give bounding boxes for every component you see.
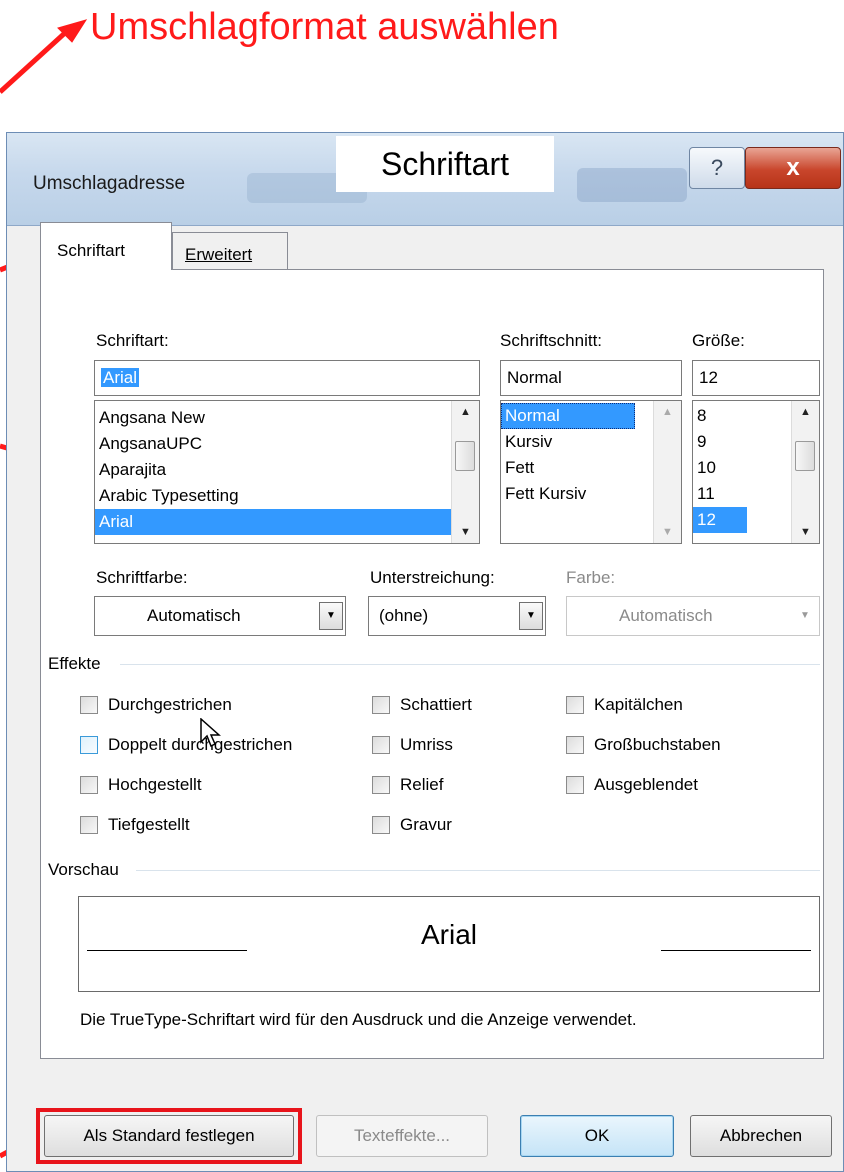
scroll-thumb[interactable] (455, 441, 475, 471)
preview-heading: Vorschau (48, 860, 119, 879)
text-effects-button: Texteffekte... (316, 1115, 488, 1157)
checkbox-hochgestellt[interactable]: Hochgestellt (80, 775, 202, 795)
preview-note: Die TrueType-Schriftart wird für den Aus… (80, 1010, 637, 1029)
checkbox-schattiert[interactable]: Schattiert (372, 695, 472, 715)
scroll-down-icon[interactable]: ▼ (792, 521, 819, 543)
checkbox-box[interactable] (372, 736, 390, 754)
close-button[interactable]: x (745, 147, 841, 189)
list-item[interactable]: Angsana New (95, 405, 479, 431)
effects-separator (120, 664, 820, 665)
checkbox-box[interactable] (80, 816, 98, 834)
button-label: Abbrechen (719, 1126, 803, 1145)
checkbox-box[interactable] (80, 776, 98, 794)
scroll-thumb[interactable] (795, 441, 815, 471)
style-list-scrollbar[interactable]: ▲ ▼ (653, 401, 681, 543)
list-item-selected[interactable]: 12 (693, 507, 747, 533)
chevron-down-icon: ▼ (793, 602, 817, 630)
dialog-title: Umschlagadresse (33, 173, 186, 194)
scroll-down-icon[interactable]: ▼ (654, 521, 681, 543)
checkbox-relief[interactable]: Relief (372, 775, 443, 795)
checkbox-label: Schattiert (400, 695, 472, 714)
cancel-button[interactable]: Abbrechen (690, 1115, 832, 1157)
chevron-down-icon[interactable]: ▼ (519, 602, 543, 630)
font-label: Schriftart: (96, 331, 169, 350)
tab-schriftart[interactable]: Schriftart (40, 222, 172, 270)
mouse-cursor-icon (200, 718, 221, 748)
font-color-label: Schriftfarbe: (96, 568, 188, 587)
annotation-callout: Schriftart (336, 136, 554, 192)
underline-label: Unterstreichung: (370, 568, 495, 587)
checkbox-kapitaelchen[interactable]: Kapitälchen (566, 695, 683, 715)
effects-heading: Effekte (48, 654, 101, 673)
ok-button[interactable]: OK (520, 1115, 674, 1157)
font-input[interactable]: Arial (94, 360, 480, 396)
annotation-highlight-frame (36, 1108, 302, 1164)
size-input[interactable]: 12 (692, 360, 820, 396)
style-list[interactable]: Normal Kursiv Fett Fett Kursiv ▲ ▼ (500, 400, 682, 544)
checkbox-label: Kapitälchen (594, 695, 683, 714)
font-color-value: Automatisch (147, 606, 241, 625)
checkbox-box[interactable] (80, 736, 98, 754)
checkbox-label: Relief (400, 775, 444, 794)
underline-color-select: Automatisch ▼ (566, 596, 820, 636)
checkbox-doppelt-durchgestrichen[interactable]: Doppelt durchgestrichen (80, 735, 292, 755)
size-label: Größe: (692, 331, 745, 350)
tab-erweitert[interactable]: Erweitert (172, 232, 288, 270)
checkbox-umriss[interactable]: Umriss (372, 735, 453, 755)
checkbox-label: Großbuchstaben (594, 735, 721, 754)
scroll-down-icon[interactable]: ▼ (452, 521, 479, 543)
scroll-up-icon[interactable]: ▲ (654, 401, 681, 423)
list-item-selected[interactable]: Arial (95, 509, 451, 535)
checkbox-box[interactable] (566, 696, 584, 714)
checkbox-durchgestrichen[interactable]: Durchgestrichen (80, 695, 232, 715)
scroll-up-icon[interactable]: ▲ (452, 401, 479, 423)
checkbox-label: Gravur (400, 815, 452, 834)
chevron-down-icon[interactable]: ▼ (319, 602, 343, 630)
checkbox-label: Hochgestellt (108, 775, 202, 794)
style-label: Schriftschnitt: (500, 331, 603, 350)
list-item[interactable]: AngsanaUPC (95, 431, 479, 457)
help-button[interactable]: ? (689, 147, 745, 189)
checkbox-label: Tiefgestellt (108, 815, 190, 834)
tab-label: Erweitert (185, 245, 253, 264)
checkbox-label: Ausgeblendet (594, 775, 698, 794)
preview-sample: Arial (420, 919, 477, 950)
underline-select[interactable]: (ohne) ▼ (368, 596, 546, 636)
checkbox-box[interactable] (372, 696, 390, 714)
size-list-scrollbar[interactable]: ▲ ▼ (791, 401, 819, 543)
font-input-value: Arial (101, 368, 140, 387)
checkbox-box[interactable] (80, 696, 98, 714)
button-label: OK (584, 1126, 610, 1145)
checkbox-label: Durchgestrichen (108, 695, 232, 714)
checkbox-box[interactable] (372, 776, 390, 794)
list-item[interactable]: Arabic Typesetting (95, 483, 479, 509)
preview-box: Arial (78, 896, 820, 992)
font-list[interactable]: Angsana New AngsanaUPC Aparajita Arabic … (94, 400, 480, 544)
checkbox-ausgeblendet[interactable]: Ausgeblendet (566, 775, 698, 795)
underline-value: (ohne) (379, 606, 429, 625)
checkbox-grossbuchstaben[interactable]: Großbuchstaben (566, 735, 721, 755)
underline-color-value: Automatisch (619, 606, 713, 625)
preview-separator (136, 870, 820, 871)
checkbox-gravur[interactable]: Gravur (372, 815, 452, 835)
underline-color-label: Farbe: (566, 568, 616, 587)
list-item-selected[interactable]: Normal (501, 403, 635, 429)
list-item[interactable]: Aparajita (95, 457, 479, 483)
size-list[interactable]: 8 9 10 11 12 ▲ ▼ (692, 400, 820, 544)
checkbox-label: Umriss (400, 735, 453, 754)
arrow-line-top (0, 30, 68, 94)
button-label: Texteffekte... (353, 1126, 451, 1145)
style-input[interactable]: Normal (500, 360, 682, 396)
checkbox-box[interactable] (566, 736, 584, 754)
font-list-scrollbar[interactable]: ▲ ▼ (451, 401, 479, 543)
checkbox-box[interactable] (566, 776, 584, 794)
tab-label: Schriftart (57, 241, 126, 260)
scroll-up-icon[interactable]: ▲ (792, 401, 819, 423)
font-color-select[interactable]: Automatisch ▼ (94, 596, 346, 636)
checkbox-box[interactable] (372, 816, 390, 834)
checkbox-tiefgestellt[interactable]: Tiefgestellt (80, 815, 190, 835)
